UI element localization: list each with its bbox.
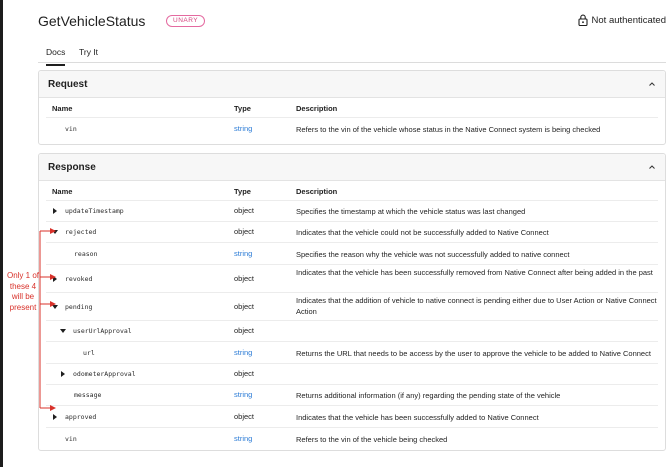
response-panel-header[interactable]: Response (39, 154, 665, 181)
chevron-up-icon[interactable] (648, 80, 656, 88)
field-description: Specifies the timestamp at which the veh… (296, 207, 526, 216)
table-row: rejected object Indicates that the vehic… (46, 221, 658, 242)
collapse-arrow-icon[interactable] (52, 305, 58, 309)
collapse-arrow-icon[interactable] (52, 230, 58, 234)
request-title: Request (48, 79, 88, 90)
request-panel-header[interactable]: Request (39, 71, 665, 98)
response-panel: Response Name Type Description updateTim… (38, 153, 666, 451)
table-row: reason string Specifies the reason why t… (46, 242, 658, 264)
field-type: object (234, 326, 255, 335)
field-name: message (74, 391, 102, 399)
field-description: Indicates that the vehicle has been succ… (296, 413, 539, 422)
field-type: object (234, 412, 255, 421)
tab-bar: Docs Try It (38, 43, 666, 66)
field-type-link[interactable]: string (234, 390, 252, 399)
field-type-link[interactable]: string (234, 124, 252, 133)
expand-arrow-icon[interactable] (61, 371, 65, 377)
field-type: object (234, 206, 255, 215)
column-header-description: Description (296, 187, 338, 196)
column-header-type: Type (234, 104, 251, 113)
table-row: odometerApproval object (46, 363, 658, 384)
table-row: userUrlApproval object (46, 320, 658, 341)
annotation-note: Only 1 of these 4 will be present (6, 271, 39, 312)
field-type-link[interactable]: string (234, 434, 252, 443)
field-description: Returns additional information (if any) … (296, 391, 561, 400)
collapse-arrow-icon[interactable] (60, 329, 66, 333)
table-row: revoked object Indicates that the vehicl… (46, 264, 658, 292)
field-type: object (234, 227, 255, 236)
method-type-badge: UNARY (166, 15, 206, 27)
field-type: object (234, 369, 255, 378)
chevron-up-icon[interactable] (648, 163, 656, 171)
field-description: Indicates that the vehicle could not be … (296, 228, 549, 237)
table-row: approved object Indicates that the vehic… (46, 405, 658, 427)
field-type: object (234, 274, 255, 283)
field-name: reason (74, 250, 98, 258)
field-description: Refers to the vin of the vehicle whose s… (296, 125, 601, 134)
field-name: odometerApproval (73, 370, 136, 378)
table-row: url string Returns the URL that needs to… (46, 341, 658, 363)
page-title: GetVehicleStatus (38, 13, 146, 29)
table-row: pending object Indicates that the additi… (46, 292, 658, 320)
field-description: Indicates that the addition of vehicle t… (296, 296, 657, 316)
field-type-link[interactable]: string (234, 348, 252, 357)
page-header: GetVehicleStatus UNARY Not authenticated (38, 12, 666, 32)
expand-arrow-icon[interactable] (53, 276, 57, 282)
column-header-description: Description (296, 104, 338, 113)
field-name: vin (65, 125, 77, 133)
lock-icon[interactable] (578, 14, 588, 26)
field-description: Indicates that the vehicle has been succ… (296, 268, 653, 277)
column-header-type: Type (234, 187, 251, 196)
table-row: vin string Refers to the vin of the vehi… (46, 427, 658, 449)
field-name: pending (65, 303, 93, 311)
field-name: updateTimestamp (65, 207, 124, 215)
column-header-name: Name (52, 187, 73, 196)
auth-status-label[interactable]: Not authenticated (592, 15, 666, 27)
table-row: message string Returns additional inform… (46, 384, 658, 405)
field-description: Specifies the reason why the vehicle was… (296, 250, 570, 259)
expand-arrow-icon[interactable] (53, 414, 57, 420)
column-header-name: Name (52, 104, 73, 113)
request-panel: Request Name Type Description vin string… (38, 70, 666, 145)
field-name: vin (65, 435, 77, 443)
table-row: updateTimestamp object Specifies the tim… (46, 200, 658, 221)
field-name: rejected (65, 228, 97, 236)
left-edge-bar (0, 0, 3, 467)
field-type-link[interactable]: string (234, 249, 252, 258)
tab-try-it[interactable]: Try It (79, 47, 98, 58)
field-type: object (234, 302, 255, 311)
response-title: Response (48, 162, 96, 173)
field-name: revoked (65, 275, 93, 283)
field-description: Refers to the vin of the vehicle being c… (296, 435, 448, 444)
tab-docs[interactable]: Docs (46, 47, 66, 66)
expand-arrow-icon[interactable] (53, 208, 57, 214)
field-name: userUrlApproval (73, 327, 132, 335)
field-description: Returns the URL that needs to be access … (296, 349, 651, 358)
field-name: approved (65, 413, 97, 421)
field-name: url (83, 349, 95, 357)
table-row: vin string Refers to the vin of the vehi… (46, 117, 658, 139)
